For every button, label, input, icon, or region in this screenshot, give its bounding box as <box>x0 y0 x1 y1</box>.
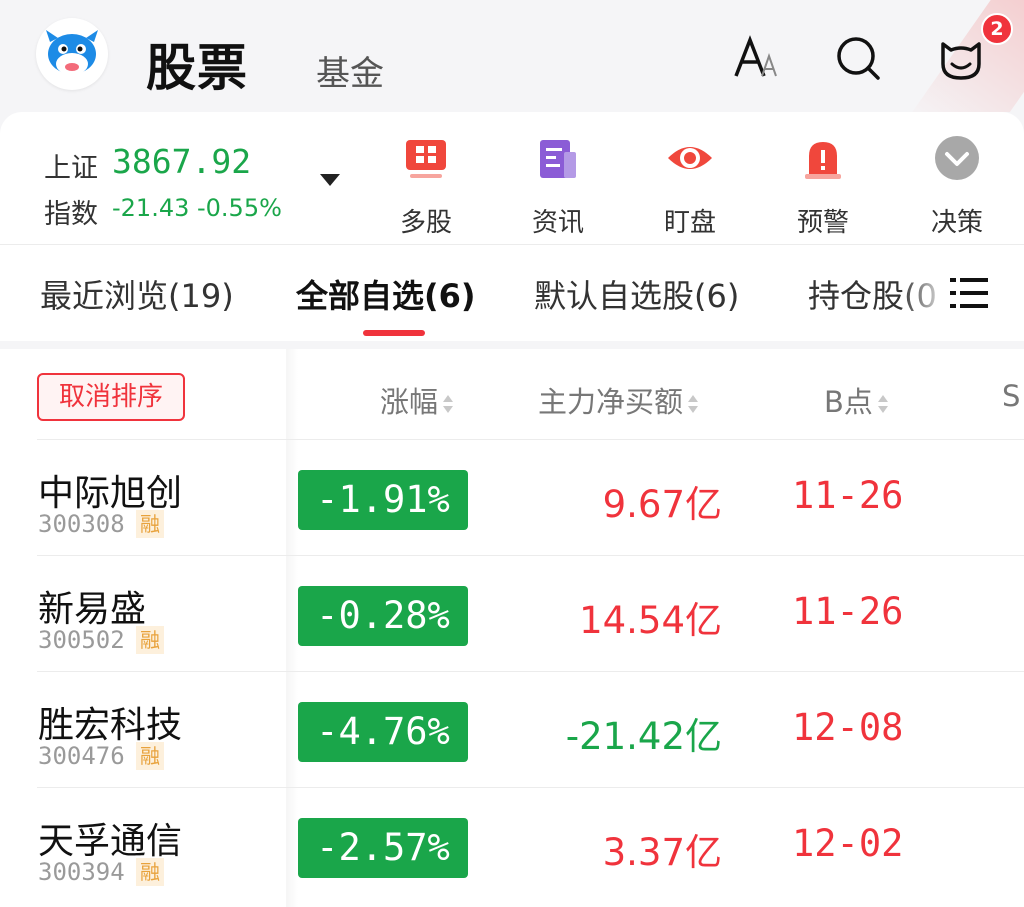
b-point-date: 11-26 <box>792 474 904 517</box>
cancel-sort-button[interactable]: 取消排序 <box>37 373 185 421</box>
change-percent: -0.28% <box>298 586 468 646</box>
table-row[interactable]: 天孚通信 300394 融 -2.57% 3.37亿 12-02 <box>0 788 1024 904</box>
margin-tag: 融 <box>136 742 164 770</box>
table-row[interactable]: 中际旭创 300308 融 -1.91% 9.67亿 11-26 <box>0 440 1024 556</box>
b-point-date: 12-02 <box>792 822 904 865</box>
change-percent: -4.76% <box>298 702 468 762</box>
tab-recent[interactable]: 最近浏览(19) <box>40 271 234 317</box>
column-header-net-buy[interactable]: 主力净买额 <box>538 379 699 421</box>
font-size-icon[interactable] <box>732 34 780 82</box>
table-row[interactable]: 新易盛 300502 融 -0.28% 14.54亿 11-26 <box>0 556 1024 672</box>
index-name-line2: 指数 <box>44 199 98 230</box>
sort-arrows-icon <box>443 395 454 413</box>
watchlist-tabs: 最近浏览(19) 全部自选(6) 默认自选股(6) 持仓股(0 <box>0 245 1024 341</box>
stock-name: 天孚通信 <box>38 821 183 862</box>
stock-code: 300476 <box>38 742 125 770</box>
change-percent: -2.57% <box>298 818 468 878</box>
margin-tag: 融 <box>136 510 164 538</box>
alarm-icon <box>805 142 841 179</box>
sort-arrows-icon <box>877 395 888 413</box>
b-point-date: 11-26 <box>792 590 904 633</box>
quick-action-alert[interactable]: 预警 <box>773 134 873 239</box>
news-icon <box>540 140 576 178</box>
net-buy-amount: 3.37亿 <box>602 831 722 874</box>
quick-action-watch[interactable]: 盯盘 <box>640 134 740 239</box>
quick-action-multi-stock[interactable]: 多股 <box>376 134 476 239</box>
stock-name: 胜宏科技 <box>38 705 183 746</box>
index-name-line1: 上证 <box>44 153 98 184</box>
menu-icon[interactable] <box>950 275 990 311</box>
sort-arrows-icon <box>688 395 699 413</box>
margin-tag: 融 <box>136 858 164 886</box>
stock-code: 300502 <box>38 626 125 654</box>
caret-down-icon[interactable] <box>320 174 340 186</box>
tab-fade <box>900 255 950 325</box>
quick-action-decision[interactable]: 决策 <box>907 134 1007 239</box>
change-percent: -1.91% <box>298 470 468 530</box>
chevron-down-icon <box>935 136 979 180</box>
section-gap <box>0 341 1024 349</box>
net-buy-amount: -21.42亿 <box>565 715 722 758</box>
cow-mascot-icon <box>46 30 98 75</box>
app-logo[interactable] <box>36 18 108 90</box>
multi-stock-icon <box>406 140 446 178</box>
index-value: 3867.92 <box>112 142 252 181</box>
tab-default-watchlist[interactable]: 默认自选股(6) <box>534 271 739 317</box>
net-buy-amount: 9.67亿 <box>602 483 722 526</box>
net-buy-amount: 14.54亿 <box>579 599 722 642</box>
stock-name: 中际旭创 <box>38 473 183 514</box>
message-badge: 2 <box>981 13 1013 45</box>
stock-name: 新易盛 <box>38 589 147 630</box>
active-tab-indicator <box>363 330 425 336</box>
margin-tag: 融 <box>136 626 164 654</box>
tab-all-watchlist[interactable]: 全部自选(6) <box>296 271 476 317</box>
tab-fund[interactable]: 基金 <box>316 46 384 95</box>
stock-code: 300308 <box>38 510 125 538</box>
column-header-b-point[interactable]: B点 <box>824 379 889 421</box>
top-bar: 股票 基金 2 <box>0 0 1024 112</box>
search-icon[interactable] <box>834 34 882 82</box>
column-header-s-point[interactable]: S <box>1002 379 1020 413</box>
message-icon[interactable] <box>937 34 985 82</box>
table-row[interactable]: 胜宏科技 300476 融 -4.76% -21.42亿 12-08 <box>0 672 1024 788</box>
stock-table: 取消排序 涨幅 主力净买额 B点 S 中际旭创 300308 融 -1.91% … <box>0 349 1024 907</box>
main-card: 上证 指数 3867.92 -21.43 -0.55% 多股 资讯 盯盘 预警 … <box>0 112 1024 907</box>
b-point-date: 12-08 <box>792 706 904 749</box>
quick-action-news[interactable]: 资讯 <box>508 134 608 239</box>
column-header-change[interactable]: 涨幅 <box>380 379 454 421</box>
stock-code: 300394 <box>38 858 125 886</box>
index-change: -21.43 -0.55% <box>112 194 282 222</box>
eye-icon <box>668 147 712 169</box>
page-title: 股票 <box>146 39 248 97</box>
